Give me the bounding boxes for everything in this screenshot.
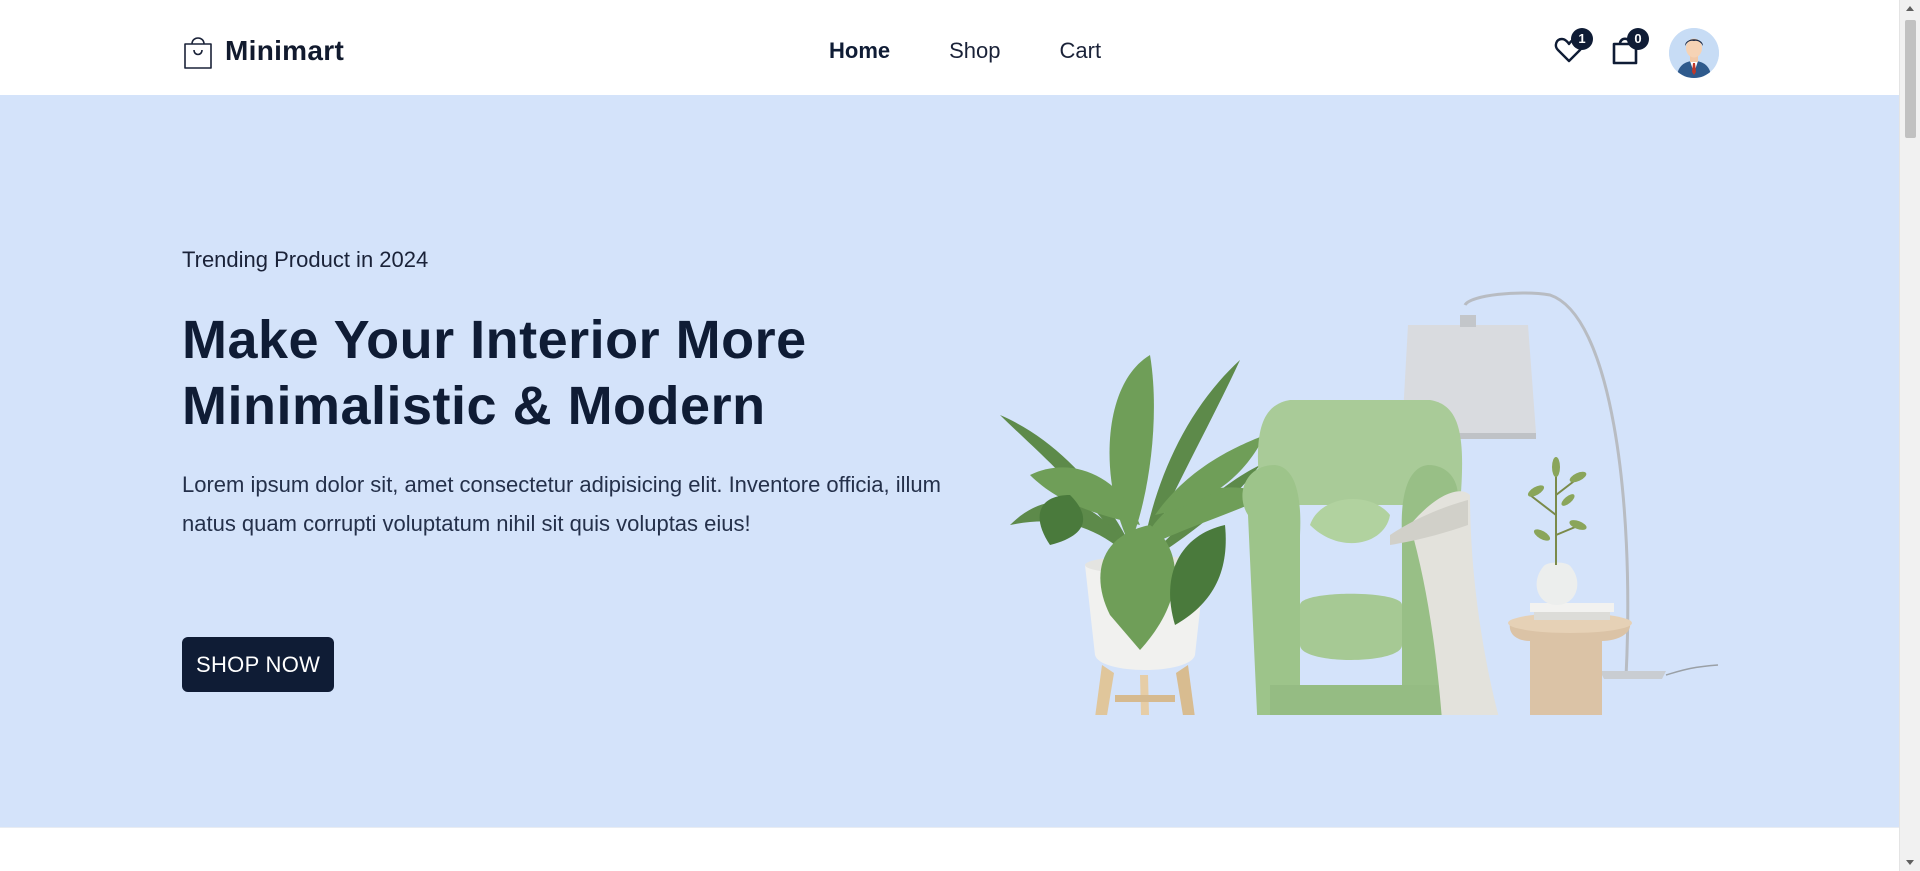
nav-link-cart[interactable]: Cart — [1060, 38, 1102, 64]
user-avatar-icon — [1669, 28, 1719, 78]
cart-count-badge: 0 — [1627, 28, 1649, 50]
hero-headline-line-2: Minimalistic & Modern — [182, 376, 766, 436]
hero-description: Lorem ipsum dolor sit, amet consectetur … — [182, 472, 941, 536]
nav-link-home[interactable]: Home — [829, 38, 890, 64]
user-avatar[interactable] — [1669, 28, 1719, 78]
wishlist-count-badge: 1 — [1571, 28, 1593, 50]
shop-now-button[interactable]: SHOP NOW — [182, 637, 335, 692]
scrollbar-thumb[interactable] — [1905, 20, 1916, 138]
page-scrollbar[interactable] — [1899, 0, 1920, 871]
scroll-down-arrow-icon[interactable] — [1906, 860, 1914, 865]
hero-section: Trending Product in 2024 Make Your Inter… — [0, 95, 1899, 827]
cart-button[interactable]: 0 — [1609, 28, 1649, 66]
hero-headline: Make Your Interior More Minimalistic & M… — [182, 307, 942, 439]
hero-eyebrow: Trending Product in 2024 — [182, 247, 429, 272]
shopping-bag-icon — [184, 37, 212, 69]
main-nav: Home Shop Cart — [829, 38, 1101, 64]
brand[interactable]: Minimart — [182, 32, 344, 70]
hero-headline-line-1: Make Your Interior More — [182, 310, 807, 370]
next-section — [0, 827, 1899, 871]
nav-link-shop[interactable]: Shop — [949, 38, 1000, 64]
wishlist-button[interactable]: 1 — [1553, 28, 1593, 66]
nav-actions: 1 0 — [1553, 28, 1719, 80]
brand-name: Minimart — [225, 35, 345, 66]
armchair-plant-lamp-illustration — [1000, 291, 1719, 715]
navbar: Minimart Home Shop Cart 1 0 — [0, 0, 1899, 95]
scroll-up-arrow-icon[interactable] — [1906, 6, 1914, 11]
page: Minimart Home Shop Cart 1 0 Trending Pro… — [0, 0, 1899, 871]
